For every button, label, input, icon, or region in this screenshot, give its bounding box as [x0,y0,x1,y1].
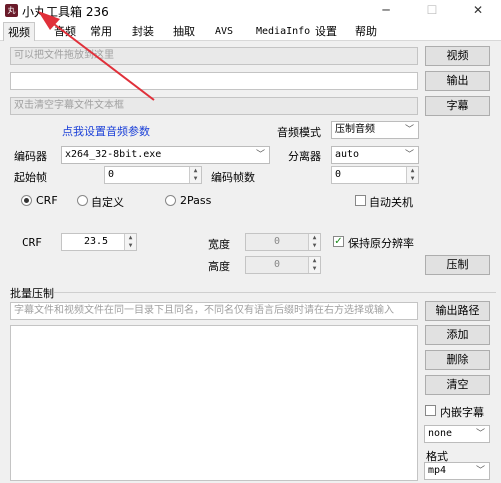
annotation-arrow [38,11,155,101]
arrow-shaft [45,17,155,101]
